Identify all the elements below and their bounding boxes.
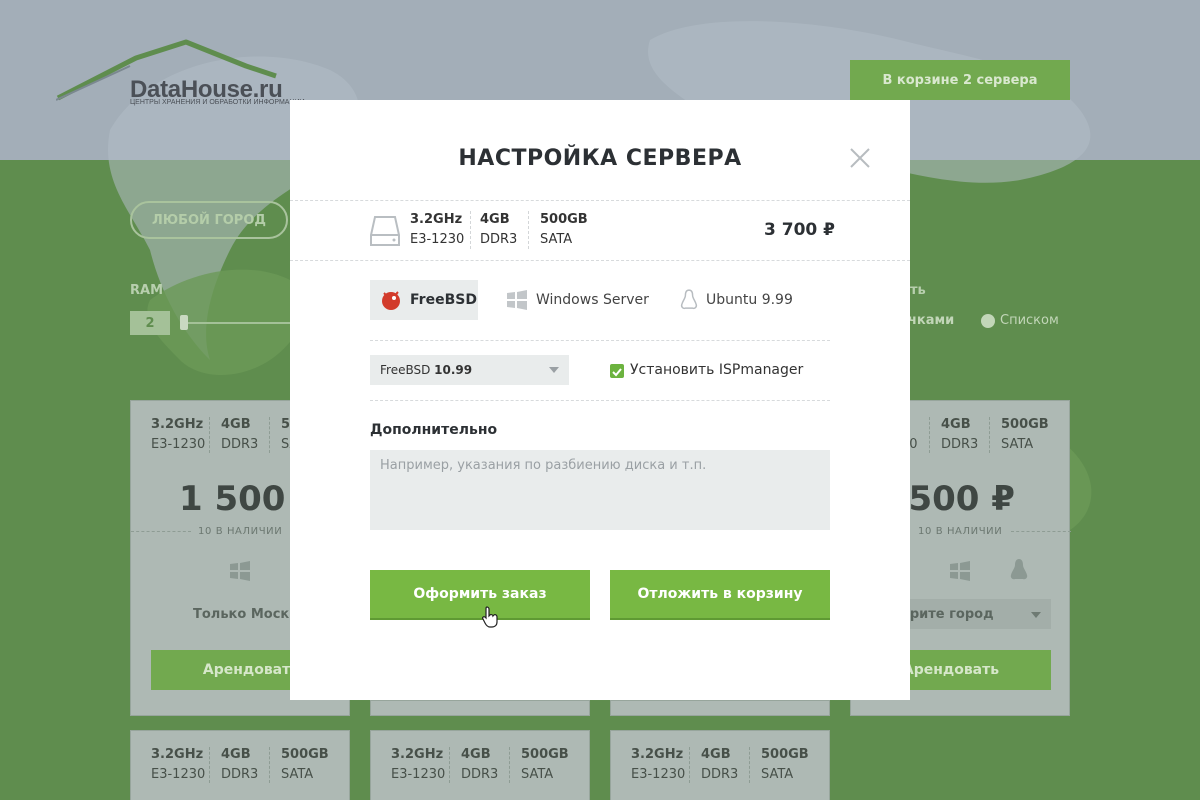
windows-icon bbox=[507, 290, 527, 310]
card-ram: 4GB DDR3 bbox=[461, 747, 499, 782]
order-button[interactable]: Оформить заказ bbox=[370, 570, 590, 620]
hand-cursor-icon bbox=[482, 606, 498, 628]
card-spec-divider bbox=[269, 747, 270, 783]
card-ram: 4GB DDR3 bbox=[221, 417, 259, 452]
server-card bbox=[370, 700, 590, 716]
windows-icon bbox=[230, 561, 250, 581]
hard-drive-icon bbox=[370, 216, 400, 246]
ispmanager-checkbox[interactable] bbox=[610, 364, 624, 378]
city-filter-button[interactable]: Любой город bbox=[130, 201, 288, 239]
card-stock: 10 в наличии bbox=[918, 526, 1003, 537]
windows-icon bbox=[950, 561, 970, 581]
linux-icon bbox=[680, 289, 698, 310]
server-ram: 4GB DDR3 bbox=[480, 212, 518, 247]
spec-divider bbox=[470, 211, 471, 249]
os-version-select[interactable]: FreeBSD 10.99 bbox=[370, 355, 569, 385]
os-version-number: 10.99 bbox=[434, 363, 473, 377]
view-mode-list[interactable]: Списком bbox=[1000, 313, 1059, 328]
card-city-select-label: ерите город bbox=[901, 607, 994, 622]
view-mode-label: ть bbox=[910, 283, 926, 298]
modal-divider bbox=[370, 340, 830, 341]
card-divider bbox=[1011, 531, 1071, 532]
card-spec-divider bbox=[689, 747, 690, 783]
card-divider bbox=[131, 531, 191, 532]
server-card: 3.2GHz E3-1230 4GB DDR3 500GB SATA bbox=[370, 730, 590, 800]
card-spec-divider bbox=[269, 417, 270, 453]
modal-divider bbox=[370, 400, 830, 401]
extra-label: Дополнительно bbox=[370, 422, 498, 438]
ram-filter-label: RAM bbox=[130, 283, 164, 298]
tab-windows-server[interactable]: Windows Server bbox=[506, 280, 649, 320]
header-cart-button[interactable]: В корзине 2 сервера bbox=[850, 60, 1070, 100]
modal-divider bbox=[290, 260, 910, 261]
tab-ubuntu-label: Ubuntu 9.99 bbox=[706, 292, 793, 308]
logo[interactable]: DataHouse.ru Центры хранения и обработки… bbox=[55, 36, 316, 116]
extra-textarea[interactable] bbox=[370, 450, 830, 530]
chevron-down-icon bbox=[1031, 612, 1041, 618]
tab-freebsd[interactable]: FreeBSD bbox=[370, 280, 478, 320]
server-disk: 500GB SATA bbox=[540, 212, 588, 247]
server-card bbox=[610, 700, 830, 716]
modal-title: НАСТРОЙКА СЕРВЕРА bbox=[458, 146, 742, 171]
server-cpu: 3.2GHz E3-1230 bbox=[410, 212, 465, 247]
card-ram: 4GB DDR3 bbox=[941, 417, 979, 452]
card-disk: 500GB SATA bbox=[281, 747, 329, 782]
view-mode-cards[interactable]: чками bbox=[908, 313, 954, 328]
linux-icon bbox=[1010, 559, 1028, 580]
ispmanager-label[interactable]: Установить ISPmanager bbox=[630, 362, 803, 378]
card-stock: 10 в наличии bbox=[198, 526, 283, 537]
tab-windows-server-label: Windows Server bbox=[536, 292, 649, 308]
server-config-modal: НАСТРОЙКА СЕРВЕРА 3.2GHz E3-1230 4GB DDR3 … bbox=[290, 100, 910, 700]
card-spec-divider bbox=[209, 747, 210, 783]
os-version-name: FreeBSD bbox=[380, 363, 431, 377]
card-cpu: 3.2GHz E3-1230 bbox=[391, 747, 446, 782]
tab-ubuntu[interactable]: Ubuntu 9.99 bbox=[680, 280, 793, 320]
card-disk: 500GB SATA bbox=[761, 747, 809, 782]
card-spec-divider bbox=[989, 417, 990, 453]
close-icon[interactable] bbox=[850, 148, 870, 168]
tab-freebsd-label: FreeBSD bbox=[410, 292, 477, 308]
add-to-cart-button[interactable]: Отложить в корзину bbox=[610, 570, 830, 620]
card-cpu: 3.2GHz E3-1230 bbox=[151, 417, 206, 452]
card-spec-divider bbox=[449, 747, 450, 783]
server-price: 3 700 ₽ bbox=[764, 220, 835, 240]
card-ram: 4GB DDR3 bbox=[221, 747, 259, 782]
server-card: 3.2GHz E3-1230 4GB DDR3 500GB SATA bbox=[130, 730, 350, 800]
card-ram: 4GB DDR3 bbox=[701, 747, 739, 782]
chevron-down-icon bbox=[549, 367, 559, 373]
freebsd-icon bbox=[382, 291, 400, 310]
card-spec-divider bbox=[209, 417, 210, 453]
card-cpu: 3.2GHz E3-1230 bbox=[631, 747, 686, 782]
server-card: 3.2GHz E3-1230 4GB DDR3 500GB SATA bbox=[610, 730, 830, 800]
checkmark-icon bbox=[612, 368, 622, 377]
card-cpu: 3.2GHz E3-1230 bbox=[151, 747, 206, 782]
card-disk: 500GB SATA bbox=[1001, 417, 1049, 452]
ram-slider-track[interactable] bbox=[184, 322, 290, 324]
ram-slider-handle[interactable] bbox=[180, 315, 188, 330]
view-mode-list-radio[interactable] bbox=[981, 314, 995, 328]
card-spec-divider bbox=[509, 747, 510, 783]
card-spec-divider bbox=[929, 417, 930, 453]
ram-filter-value: 2 bbox=[130, 311, 170, 335]
spec-divider bbox=[528, 211, 529, 249]
logo-tagline: Центры хранения и обработки информации bbox=[130, 99, 305, 106]
card-spec-divider bbox=[749, 747, 750, 783]
modal-divider bbox=[290, 200, 910, 201]
card-disk: 500GB SATA bbox=[521, 747, 569, 782]
